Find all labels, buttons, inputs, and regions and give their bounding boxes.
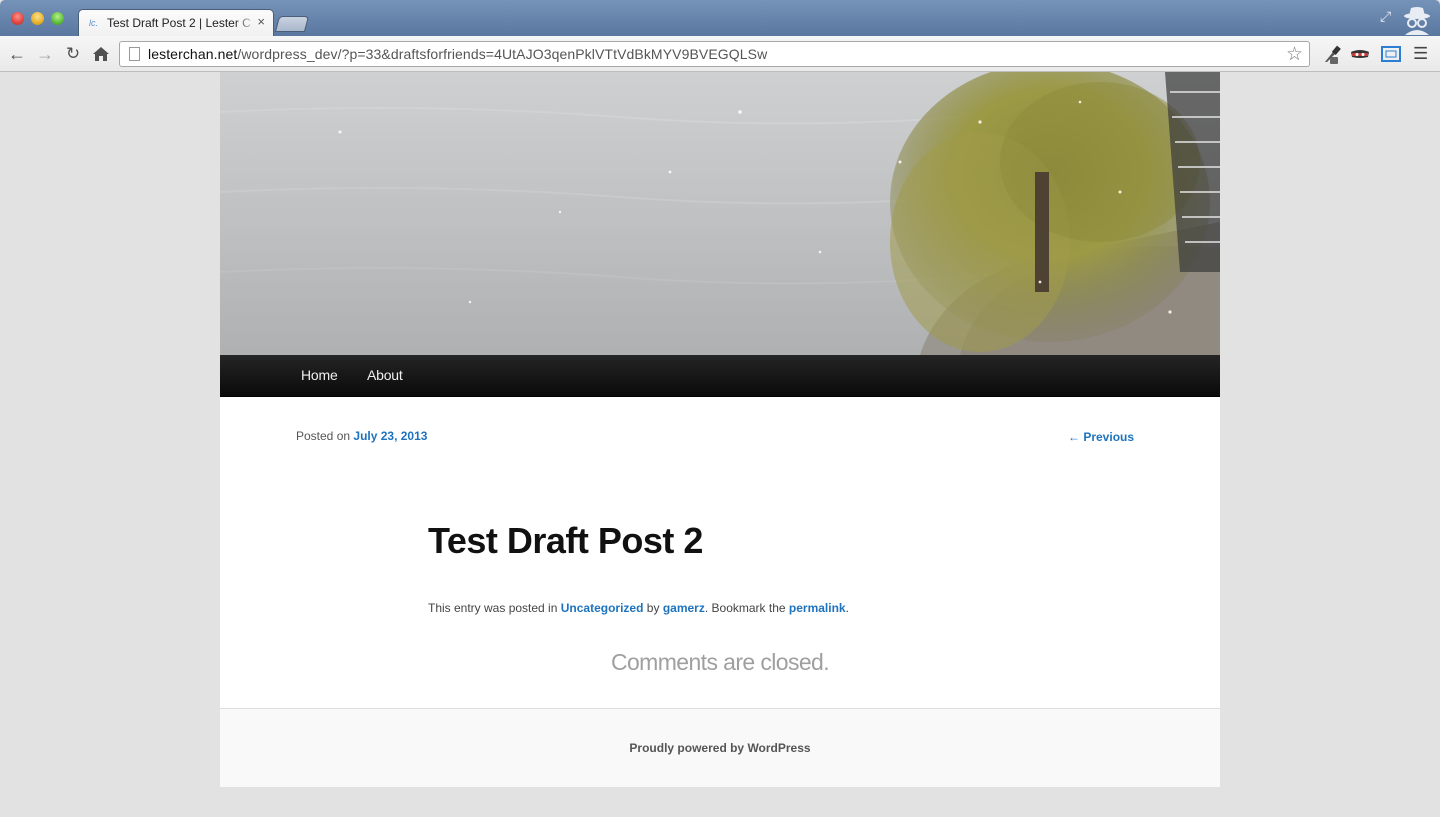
meta-by: by xyxy=(646,601,660,615)
author-link[interactable]: gamerz xyxy=(663,601,705,615)
page-icon xyxy=(129,47,140,61)
post-title: Test Draft Post 2 xyxy=(428,520,703,561)
address-bar[interactable]: lesterchan.net/wordpress_dev/?p=33&draft… xyxy=(119,41,1310,67)
previous-post-link[interactable]: ← Previous xyxy=(1068,430,1134,444)
page-container: Home About Posted on July 23, 2013 ← Pre… xyxy=(220,72,1220,787)
browser-tab-active[interactable]: lc. Test Draft Post 2 | Lester C × xyxy=(78,9,274,36)
site-navigation: Home About xyxy=(220,355,1220,397)
meta-bookmark: . Bookmark the xyxy=(704,601,786,615)
meta-prefix: This entry was posted in xyxy=(428,601,558,615)
post-entry-meta: This entry was posted in Uncategorized b… xyxy=(428,601,849,615)
home-icon[interactable] xyxy=(90,43,112,65)
reload-icon[interactable]: ↻ xyxy=(62,43,84,65)
url-text[interactable]: lesterchan.net/wordpress_dev/?p=33&draft… xyxy=(148,46,767,62)
browser-titlebar: lc. Test Draft Post 2 | Lester C × ⤢ xyxy=(0,0,1440,36)
bookmark-star-icon[interactable]: ☆ xyxy=(1286,43,1303,66)
new-tab-button[interactable] xyxy=(274,16,310,32)
category-link[interactable]: Uncategorized xyxy=(561,601,644,615)
comments-closed-notice: Comments are closed. xyxy=(610,649,830,675)
screen-icon[interactable] xyxy=(1380,44,1402,64)
url-host: lesterchan.net xyxy=(148,46,238,62)
posted-on-label: Posted on xyxy=(296,429,351,443)
nav-link-home[interactable]: Home xyxy=(301,367,338,383)
nav-link-about[interactable]: About xyxy=(367,367,403,383)
browser-toolbar: ← → ↻ lesterchan.net/wordpress_dev/?p=33… xyxy=(0,36,1440,72)
meta-period: . xyxy=(845,601,849,615)
minimize-window-button[interactable] xyxy=(31,12,44,25)
url-path: /wordpress_dev/?p=33&draftsforfriends=4U… xyxy=(237,46,768,62)
post-date-link[interactable]: July 23, 2013 xyxy=(353,429,427,443)
tab-close-icon[interactable]: × xyxy=(257,14,265,29)
incognito-icon xyxy=(1404,7,1430,35)
menu-icon[interactable]: ☰ xyxy=(1413,44,1428,64)
site-favicon-icon: lc. xyxy=(89,18,98,28)
mask-icon[interactable] xyxy=(1349,44,1371,64)
tab-title: Test Draft Post 2 | Lester C xyxy=(107,16,251,30)
zoom-window-button[interactable] xyxy=(51,12,64,25)
fullscreen-icon[interactable]: ⤢ xyxy=(1380,8,1391,25)
back-icon[interactable]: ← xyxy=(6,43,28,65)
post-date-meta: Posted on July 23, 2013 xyxy=(296,429,427,443)
permalink-link[interactable]: permalink xyxy=(789,601,846,615)
close-window-button[interactable] xyxy=(11,12,24,25)
forward-icon[interactable]: → xyxy=(34,43,56,65)
eyedropper-icon[interactable] xyxy=(1321,44,1343,64)
site-footer: Proudly powered by WordPress xyxy=(220,708,1220,787)
footer-credit-link[interactable]: Proudly powered by WordPress xyxy=(220,741,1220,755)
header-image xyxy=(220,72,1220,355)
